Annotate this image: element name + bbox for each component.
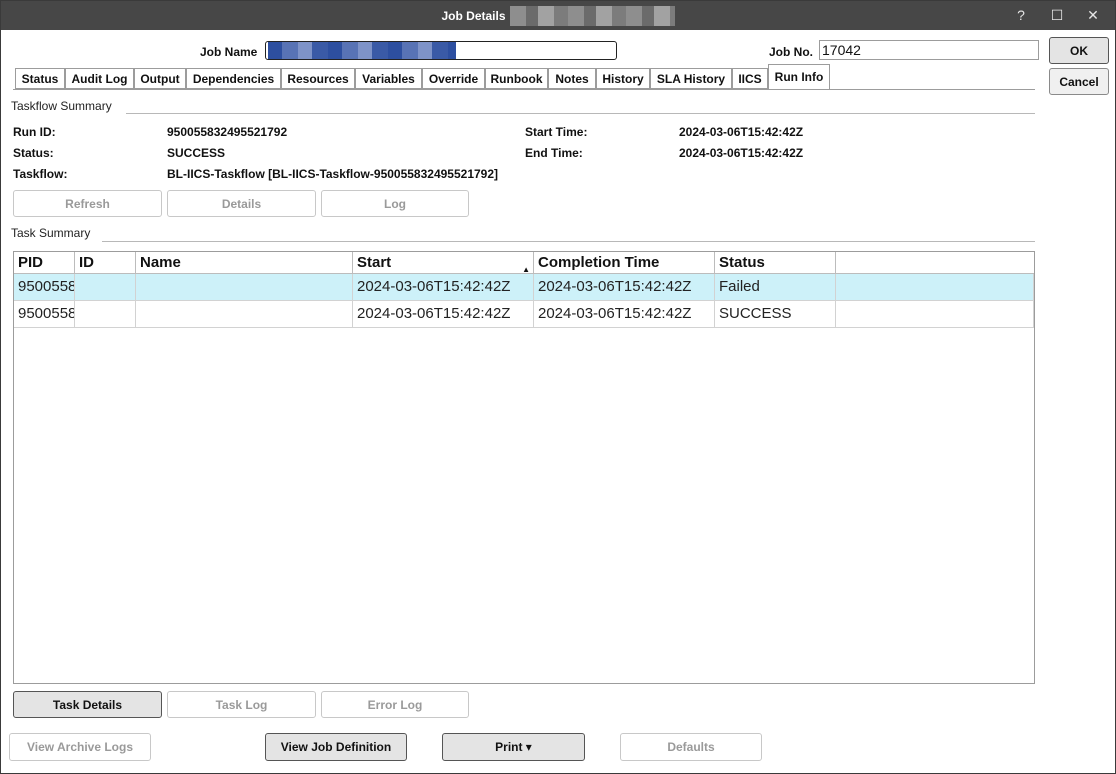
cell-start: 2024-03-06T15:42:42Z	[353, 274, 534, 301]
maximize-icon[interactable]: ☐	[1045, 5, 1069, 25]
help-icon[interactable]: ?	[1009, 5, 1033, 25]
task-summary-table[interactable]: PID ID Name Start ▲ Completion Time Stat…	[13, 251, 1035, 684]
redacted-job-name	[509, 5, 675, 26]
table-row[interactable]: 9500558 2024-03-06T15:42:42Z 2024-03-06T…	[14, 274, 1034, 301]
tab-notes[interactable]: Notes	[548, 68, 596, 89]
column-header-id[interactable]: ID	[75, 252, 136, 274]
refresh-button[interactable]: Refresh	[13, 190, 162, 217]
redacted-job-name-value	[268, 42, 456, 59]
tab-sla-history[interactable]: SLA History	[650, 68, 732, 89]
cell-start: 2024-03-06T15:42:42Z	[353, 301, 534, 328]
table-header: PID ID Name Start ▲ Completion Time Stat…	[14, 252, 1034, 274]
tab-dependencies[interactable]: Dependencies	[186, 68, 281, 89]
defaults-button[interactable]: Defaults	[620, 733, 762, 761]
table-row[interactable]: 9500558 2024-03-06T15:42:42Z 2024-03-06T…	[14, 301, 1034, 328]
cell-completion-time: 2024-03-06T15:42:42Z	[534, 274, 715, 301]
column-header-filler	[836, 252, 1034, 274]
start-time-value: 2024-03-06T15:42:42Z	[679, 125, 804, 139]
task-log-button[interactable]: Task Log	[167, 691, 316, 718]
window-title: Job Details	[441, 8, 506, 23]
task-summary-divider	[102, 241, 1035, 242]
log-button[interactable]: Log	[321, 190, 469, 217]
tab-output[interactable]: Output	[134, 68, 186, 89]
tab-status[interactable]: Status	[15, 68, 65, 89]
cell-id	[75, 274, 136, 301]
task-details-button[interactable]: Task Details	[13, 691, 162, 718]
job-no-label: Job No.	[769, 45, 813, 59]
cell-status: SUCCESS	[715, 301, 836, 328]
taskflow-label: Taskflow:	[13, 167, 68, 181]
column-header-name[interactable]: Name	[136, 252, 353, 274]
column-header-pid[interactable]: PID	[14, 252, 75, 274]
cancel-button[interactable]: Cancel	[1049, 68, 1109, 95]
close-icon[interactable]: ✕	[1081, 5, 1105, 25]
details-button[interactable]: Details	[167, 190, 316, 217]
tab-override[interactable]: Override	[422, 68, 485, 89]
end-time-label: End Time:	[525, 146, 583, 160]
start-time-label: Start Time:	[525, 125, 588, 139]
cell-completion-time: 2024-03-06T15:42:42Z	[534, 301, 715, 328]
column-header-status[interactable]: Status	[715, 252, 836, 274]
cell-pid: 9500558	[14, 274, 75, 301]
title-bar[interactable]: Job Details ? ☐ ✕	[1, 1, 1115, 30]
column-header-completion-time[interactable]: Completion Time	[534, 252, 715, 274]
tab-runbook[interactable]: Runbook	[485, 68, 548, 89]
task-summary-label: Task Summary	[11, 226, 91, 240]
cell-id	[75, 301, 136, 328]
status-label: Status:	[13, 146, 54, 160]
error-log-button[interactable]: Error Log	[321, 691, 469, 718]
cell-filler	[836, 301, 1034, 328]
job-name-field[interactable]	[265, 41, 617, 60]
taskflow-summary-label: Taskflow Summary	[11, 99, 112, 113]
view-job-definition-button[interactable]: View Job Definition	[265, 733, 407, 761]
cell-filler	[836, 274, 1034, 301]
end-time-value: 2024-03-06T15:42:42Z	[679, 146, 804, 160]
tab-iics[interactable]: IICS	[732, 68, 768, 89]
column-header-start[interactable]: Start ▲	[353, 252, 534, 274]
tab-history[interactable]: History	[596, 68, 650, 89]
cell-name	[136, 301, 353, 328]
job-no-field[interactable]: 17042	[819, 40, 1039, 60]
cell-name	[136, 274, 353, 301]
view-archive-logs-button[interactable]: View Archive Logs	[9, 733, 151, 761]
print-dropdown-button[interactable]: Print ▾	[442, 733, 585, 761]
tab-resources[interactable]: Resources	[281, 68, 355, 89]
job-details-window: Job Details ? ☐ ✕ Job Name Job No. 17042…	[0, 0, 1116, 774]
run-id-label: Run ID:	[13, 125, 56, 139]
taskflow-summary-divider	[126, 113, 1035, 114]
tab-panel-border	[13, 89, 1035, 90]
tab-run-info[interactable]: Run Info	[768, 64, 830, 89]
column-header-start-label: Start	[357, 254, 392, 271]
tab-variables[interactable]: Variables	[355, 68, 422, 89]
status-value: SUCCESS	[167, 146, 226, 160]
job-name-label: Job Name	[200, 45, 258, 59]
ok-button[interactable]: OK	[1049, 37, 1109, 64]
run-id-value: 950055832495521792	[167, 125, 288, 139]
cell-status: Failed	[715, 274, 836, 301]
tab-audit-log[interactable]: Audit Log	[65, 68, 134, 89]
taskflow-value: BL-IICS-Taskflow [BL-IICS-Taskflow-95005…	[167, 167, 499, 181]
cell-pid: 9500558	[14, 301, 75, 328]
